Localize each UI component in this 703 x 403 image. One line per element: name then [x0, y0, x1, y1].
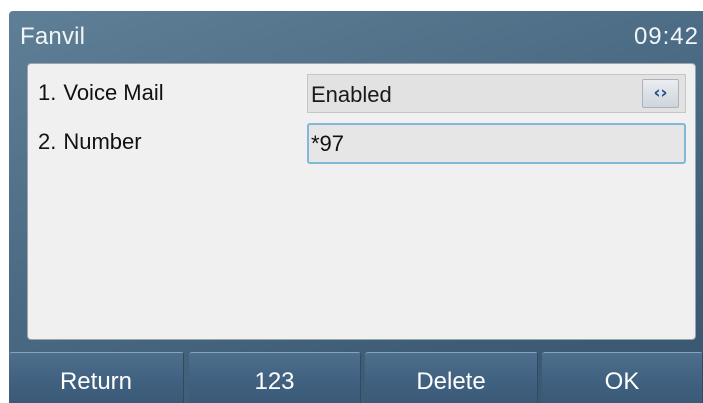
- number-input[interactable]: *97: [307, 123, 686, 164]
- softkey-bar: Return 123 Delete OK: [9, 352, 703, 403]
- brand-label: Fanvil: [20, 23, 86, 50]
- clock: 09:42: [633, 23, 699, 50]
- menu-item-label: 2. Number: [38, 129, 142, 155]
- menu-item-text: Number: [63, 129, 142, 154]
- voice-mail-value: Enabled: [311, 82, 392, 107]
- voice-mail-select[interactable]: Enabled ‹›: [307, 74, 686, 113]
- menu-item-number[interactable]: 2. Number *97: [28, 123, 695, 165]
- settings-panel: 1. Voice Mail Enabled ‹› 2. Number *97: [27, 63, 696, 340]
- status-bar: Fanvil 09:42: [9, 11, 703, 61]
- number-input-value: *97: [311, 131, 345, 156]
- ok-button[interactable]: OK: [542, 352, 703, 403]
- menu-item-index: 1.: [38, 80, 57, 105]
- input-mode-button[interactable]: 123: [189, 352, 361, 403]
- menu-item-index: 2.: [38, 129, 57, 154]
- menu-item-label: 1. Voice Mail: [38, 80, 164, 106]
- menu-item-text: Voice Mail: [63, 80, 164, 105]
- delete-button[interactable]: Delete: [365, 352, 538, 403]
- phone-screen: Fanvil 09:42 1. Voice Mail Enabled ‹› 2. N…: [9, 11, 703, 403]
- return-button[interactable]: Return: [9, 352, 184, 403]
- menu-item-voice-mail[interactable]: 1. Voice Mail Enabled ‹›: [28, 74, 695, 116]
- left-right-arrows-icon[interactable]: ‹›: [642, 79, 679, 108]
